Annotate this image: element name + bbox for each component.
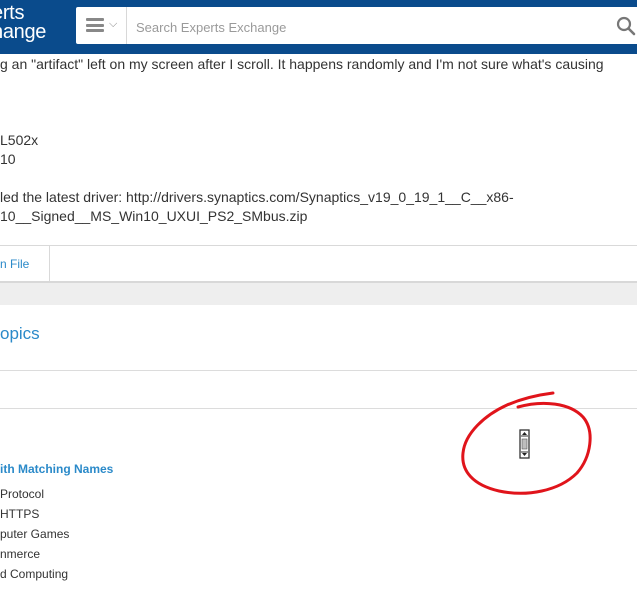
driver-text-line-1: led the latest driver: http://drivers.sy… [0, 189, 514, 205]
search-icon[interactable] [616, 16, 636, 36]
list-item[interactable]: Protocol [0, 487, 69, 507]
related-topics-title[interactable]: opics [0, 324, 40, 344]
logo-line-2: hange [0, 21, 47, 43]
question-text-line: g an "artifact" left on my screen after … [0, 56, 604, 72]
attachment-bar: n File [0, 245, 637, 282]
list-item[interactable]: nmerce [0, 547, 69, 567]
spec-os: 10 [0, 151, 16, 167]
menu-button[interactable]: ⌵ [76, 7, 127, 44]
list-item[interactable]: puter Games [0, 527, 69, 547]
chevron-down-icon: ⌵ [109, 18, 118, 30]
site-header: erts hange ⌵ [0, 0, 637, 54]
attachment-divider [49, 246, 50, 282]
scroll-artifact-annotation [461, 391, 592, 495]
list-item[interactable]: d Computing [0, 567, 69, 587]
divider [0, 370, 637, 371]
attach-file-link[interactable]: n File [0, 257, 29, 271]
matching-names-heading: ith Matching Names [0, 462, 114, 476]
driver-text-line-2: 10__Signed__MS_Win10_UXUI_PS2_SMbus.zip [0, 208, 308, 224]
site-logo[interactable]: erts hange [0, 3, 47, 43]
scroll-artifact-icon [519, 429, 530, 459]
topic-list: Protocol HTTPS puter Games nmerce d Comp… [0, 487, 69, 587]
search-bar: ⌵ [76, 7, 637, 44]
hamburger-icon [86, 18, 104, 32]
search-input[interactable] [134, 15, 598, 39]
list-item[interactable]: HTTPS [0, 507, 69, 527]
spec-model: L502x [0, 132, 39, 148]
section-separator [0, 281, 637, 305]
